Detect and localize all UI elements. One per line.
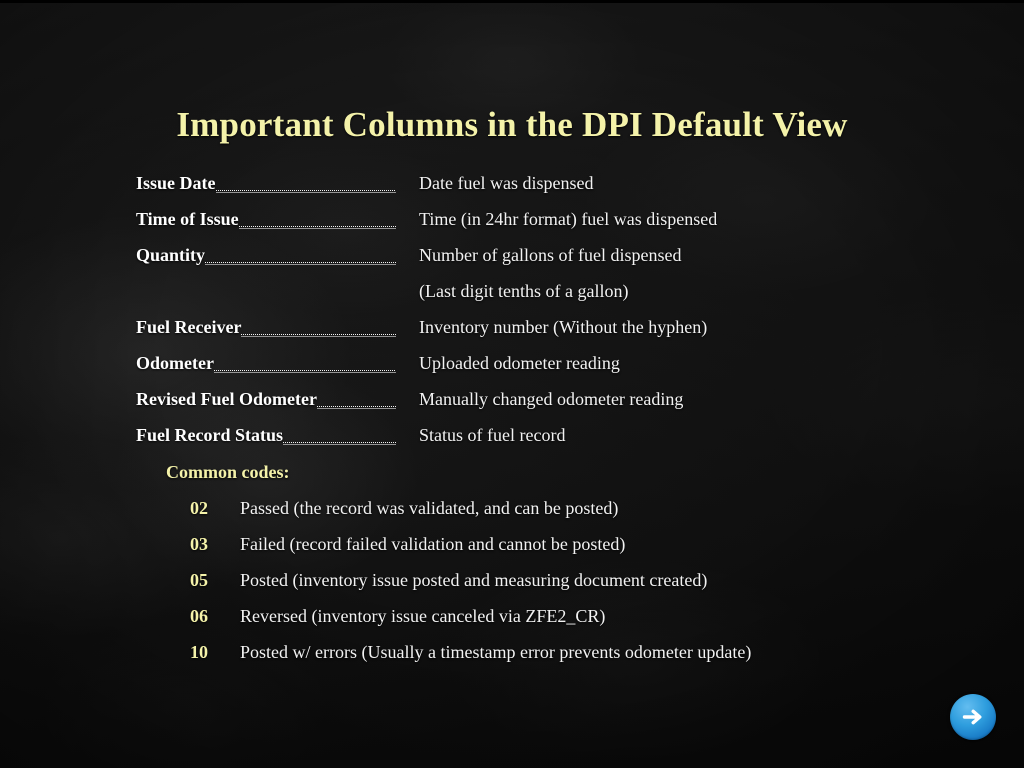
definition-row: Time of Issue Time (in 24hr format) fuel…: [136, 207, 936, 243]
dotted-leader-rule: [238, 226, 396, 229]
code-description: Reversed (inventory issue canceled via Z…: [240, 606, 606, 626]
definition-term: Revised Fuel Odometer: [136, 387, 396, 412]
code-number: 10: [190, 642, 208, 662]
common-codes-heading: Common codes:: [166, 462, 290, 482]
definition-continuation-row: (Last digit tenths of a gallon): [136, 279, 936, 315]
definition-description: Status of fuel record: [419, 425, 566, 445]
code-number: 02: [190, 498, 208, 518]
code-description: Posted (inventory issue posted and measu…: [240, 570, 708, 590]
code-description: Posted w/ errors (Usually a timestamp er…: [240, 642, 752, 662]
definition-term-label: Quantity: [136, 245, 206, 265]
definition-term-label: Revised Fuel Odometer: [136, 389, 317, 409]
definition-term: Fuel Receiver: [136, 315, 396, 340]
definition-term: Time of Issue: [136, 207, 396, 232]
dotted-leader-rule: [316, 406, 396, 409]
top-edge-border: [0, 0, 1024, 3]
definition-description: Manually changed odometer reading: [419, 389, 684, 409]
definition-description: Time (in 24hr format) fuel was dispensed: [419, 209, 718, 229]
definition-description: (Last digit tenths of a gallon): [419, 281, 629, 301]
definition-description: Date fuel was dispensed: [419, 173, 594, 193]
common-codes-block: Common codes: 02 Passed (the record was …: [166, 460, 966, 665]
slide-title: Important Columns in the DPI Default Vie…: [176, 105, 848, 145]
code-row: 03 Failed (record failed validation and …: [190, 521, 966, 557]
definition-term-label: Fuel Record Status: [136, 425, 283, 445]
code-number: 05: [190, 570, 208, 590]
definition-term-label: Fuel Receiver: [136, 317, 242, 337]
definition-row: Quantity Number of gallons of fuel dispe…: [136, 243, 936, 279]
definition-term: Issue Date: [136, 171, 396, 196]
definition-row: Fuel Record Status Status of fuel record: [136, 423, 936, 459]
code-row: 05 Posted (inventory issue posted and me…: [190, 557, 966, 593]
definition-term-label: Time of Issue: [136, 209, 239, 229]
code-number: 06: [190, 606, 208, 626]
dotted-leader-rule: [283, 442, 396, 445]
dotted-leader-rule: [215, 190, 396, 193]
code-description: Failed (record failed validation and can…: [240, 534, 626, 554]
definition-row: Issue Date Date fuel was dispensed: [136, 171, 936, 207]
code-row: 06 Reversed (inventory issue canceled vi…: [190, 593, 966, 629]
definition-row: Revised Fuel Odometer Manually changed o…: [136, 387, 936, 423]
definition-list: Issue Date Date fuel was dispensed Time …: [136, 171, 936, 459]
next-slide-button[interactable]: [950, 694, 996, 740]
code-number: 03: [190, 534, 208, 554]
code-description: Passed (the record was validated, and ca…: [240, 498, 619, 518]
definition-description: Inventory number (Without the hyphen): [419, 317, 708, 337]
code-row: 02 Passed (the record was validated, and…: [190, 485, 966, 521]
arrow-right-icon: [960, 704, 986, 730]
slide-canvas: Important Columns in the DPI Default Vie…: [0, 0, 1024, 768]
dotted-leader-rule: [205, 262, 396, 265]
definition-description: Number of gallons of fuel dispensed: [419, 245, 682, 265]
dotted-leader-rule: [213, 370, 396, 373]
dotted-leader-rule: [241, 334, 396, 337]
definition-row: Odometer Uploaded odometer reading: [136, 351, 936, 387]
definition-term: Odometer: [136, 351, 396, 376]
definition-term-label: Odometer: [136, 353, 214, 373]
definition-term: Fuel Record Status: [136, 423, 396, 448]
definition-term-label: Issue Date: [136, 173, 216, 193]
definition-row: Fuel Receiver Inventory number (Without …: [136, 315, 936, 351]
definition-description: Uploaded odometer reading: [419, 353, 620, 373]
definition-term: Quantity: [136, 243, 396, 268]
code-row: 10 Posted w/ errors (Usually a timestamp…: [190, 629, 966, 665]
